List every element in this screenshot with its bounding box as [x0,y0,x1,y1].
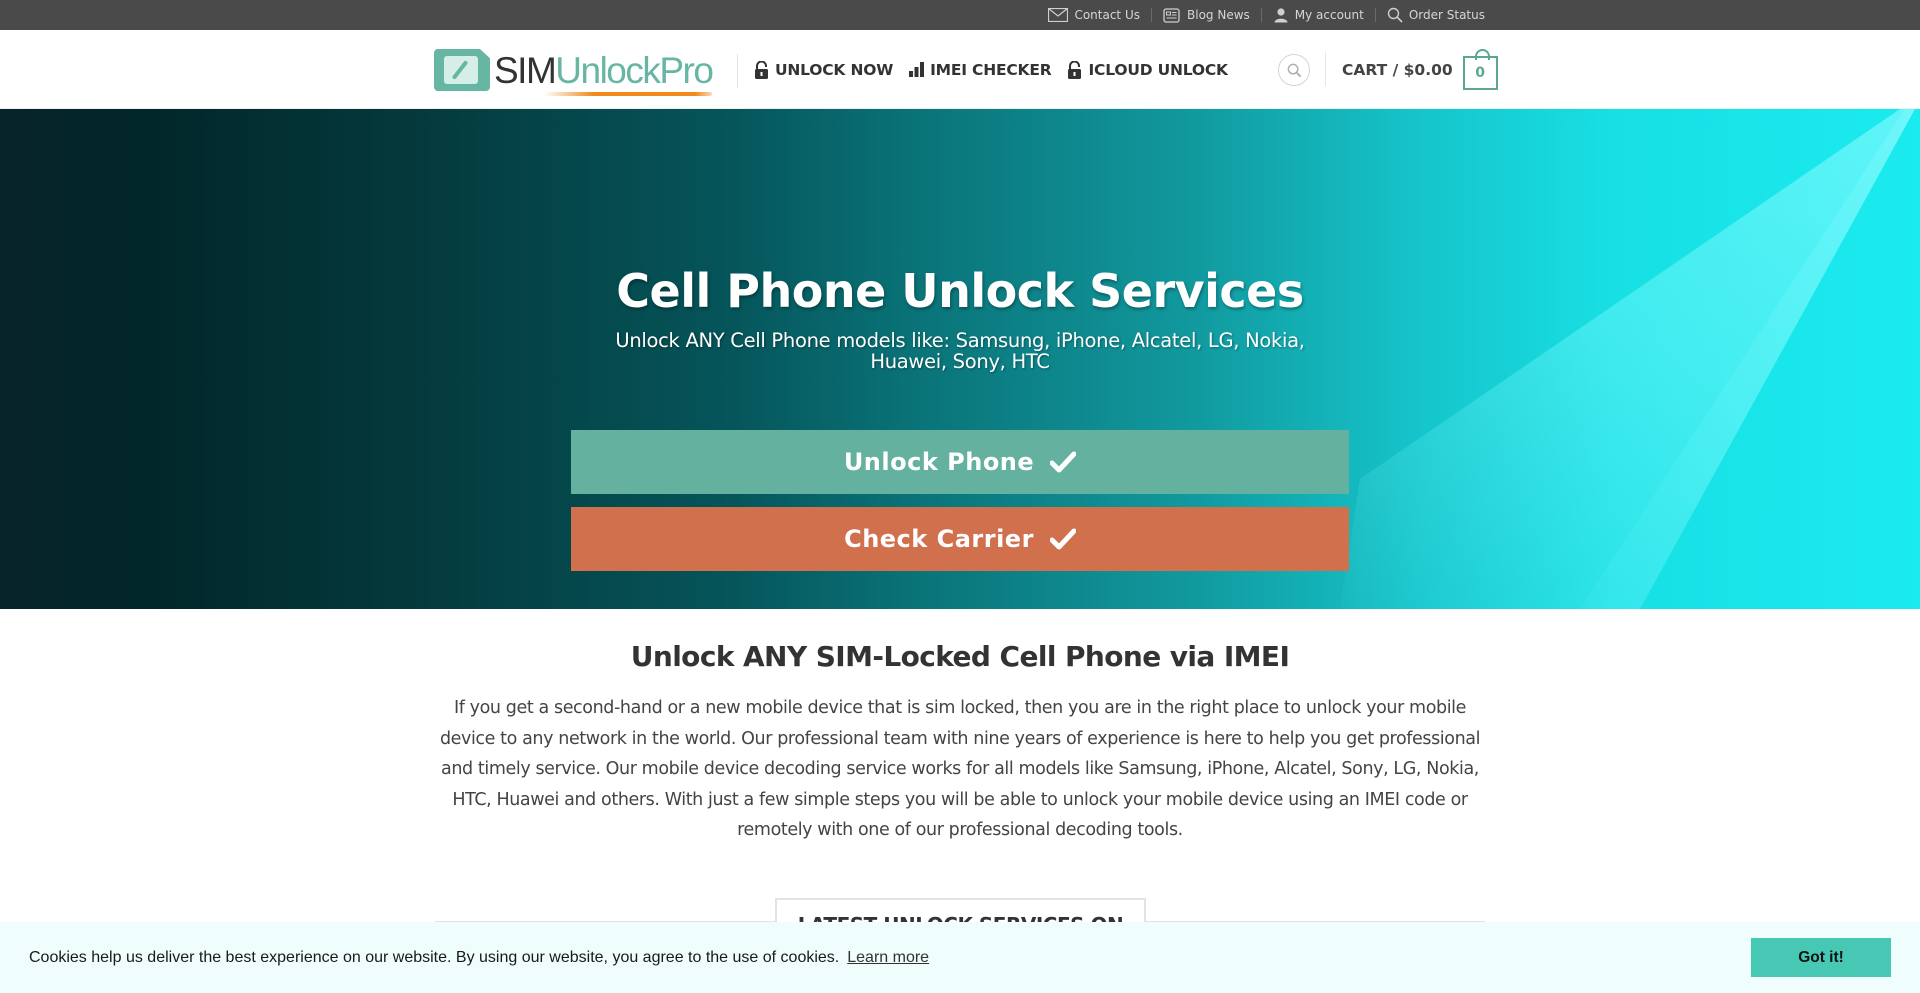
search-icon [1287,63,1301,77]
unlock-phone-label: Unlock Phone [843,448,1035,476]
search-icon [1387,7,1403,23]
user-icon [1274,8,1288,23]
divider [1151,8,1152,22]
logo-swoosh [544,91,713,96]
cookie-message: Cookies help us deliver the best experie… [29,948,840,966]
cart-count: 0 [1475,64,1486,81]
sim-card-icon [434,49,490,91]
cookie-banner: Cookies help us deliver the best experie… [0,922,1920,993]
nav-imei-checker-label: IMEI CHECKER [930,60,1052,79]
order-status-link[interactable]: Order Status [1387,7,1485,23]
my-account-label: My account [1294,8,1364,22]
check-carrier-label: Check Carrier [844,525,1034,553]
contact-us-label: Contact Us [1074,8,1140,22]
cart-label: CART / $0.00 [1342,60,1453,79]
check-icon [1050,451,1077,473]
blog-news-label: Blog News [1187,8,1250,22]
contact-us-link[interactable]: Contact Us [1048,8,1140,22]
nav-icloud-unlock[interactable]: ICLOUD UNLOCK [1067,60,1228,79]
blog-news-link[interactable]: Blog News [1163,7,1250,23]
main-nav: UNLOCK NOW IMEI CHECKER ICLOUD UNLOCK [754,30,1244,109]
my-account-link[interactable]: My account [1273,7,1364,23]
newspaper-icon [1163,7,1180,23]
check-carrier-button[interactable]: Check Carrier [571,507,1349,571]
section-title: Unlock ANY SIM-Locked Cell Phone via IME… [630,640,1290,673]
unlock-phone-button[interactable]: Unlock Phone [571,430,1349,494]
check-icon [1049,528,1076,550]
divider [1374,8,1376,22]
bar-chart-icon [909,62,925,77]
nav-unlock-now[interactable]: UNLOCK NOW [754,60,894,79]
header-search-button[interactable] [1278,54,1310,86]
logo-text-unlockpro: UnlockPro [555,49,714,91]
logo-text: SIMUnlockPro [494,49,714,96]
main-header: SIMUnlockPro UNLOCK NOW IMEI CHECKER ICL… [0,30,1920,109]
intro-paragraph: If you get a second-hand or a new mobile… [439,698,1481,840]
nav-imei-checker[interactable]: IMEI CHECKER [909,60,1052,79]
unlock-icon [755,60,768,79]
top-bar: Contact Us Blog News My account Order St… [0,0,1920,30]
cart-bag-icon: 0 [1462,48,1498,90]
mail-icon [1048,8,1069,22]
hero-title: Cell Phone Unlock Services [616,264,1304,318]
order-status-label: Order Status [1408,8,1485,22]
logo-text-sim: SIM [494,49,557,91]
nav-icloud-unlock-label: ICLOUD UNLOCK [1088,60,1228,79]
site-logo[interactable]: SIMUnlockPro [434,48,714,96]
cookie-learn-more-link[interactable]: Learn more [847,949,929,967]
top-links: Contact Us Blog News My account Order St… [1048,0,1485,30]
unlock-icon [1068,60,1082,79]
cookie-accept-button[interactable]: Got it! [1751,938,1891,977]
hero-subtitle: Unlock ANY Cell Phone models like: Samsu… [615,329,1305,373]
hero-banner: Cell Phone Unlock Services Unlock ANY Ce… [0,109,1920,609]
cart-button[interactable]: CART / $0.00 0 [1342,30,1498,109]
divider [737,54,738,88]
divider [1325,52,1326,86]
nav-unlock-now-label: UNLOCK NOW [775,60,894,79]
divider [1260,8,1262,22]
